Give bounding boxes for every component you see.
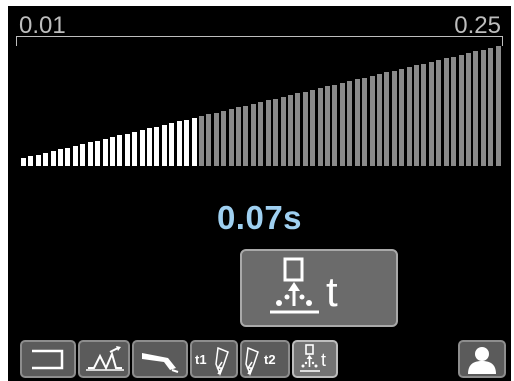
level-bar-unlit [302,91,308,166]
level-bar-unlit [287,95,293,166]
level-bar-unlit [428,61,434,166]
level-bar-unlit [362,77,368,166]
level-bar-unlit [332,84,338,166]
level-bar-unlit [206,114,212,166]
level-bar-unlit [250,103,256,166]
level-bar-unlit [391,70,397,166]
level-bar-lit [72,145,78,166]
toolbar-button-t1[interactable]: t1 [190,340,238,378]
range-min-tick [16,36,17,46]
level-bar-unlit [354,79,360,166]
pulse-wave-icon [86,346,124,371]
level-bar-unlit [243,105,249,166]
level-bar-unlit [273,98,279,166]
spot-timer-icon: t [270,257,338,315]
level-bar-lit [65,147,71,166]
display-screen: 0.01 0.25 0.07s t t1 t2 t [8,6,511,381]
toolbar-button-pulse[interactable] [78,340,130,378]
bracket-icon [32,349,64,370]
level-bar-lit [95,140,101,166]
level-bar-unlit [310,89,316,166]
level-bar-unlit [317,88,323,166]
level-bar-unlit [369,75,375,166]
level-bar-lit [154,126,160,166]
level-bar-lit [147,128,153,166]
selected-parameter-tile[interactable]: t [240,249,398,327]
spot-timer-icon: t [300,344,326,372]
level-bar-lit [43,152,49,166]
spot-timer-letter: t [321,350,326,370]
t2-label: t2 [264,352,276,367]
parameter-letter: t [326,268,338,315]
level-bar-unlit [236,107,242,166]
level-bar-unlit [443,58,449,166]
level-bar-unlit [325,86,331,166]
toolbar-button-bracket[interactable] [20,340,76,378]
toolbar-button-t2[interactable]: t2 [240,340,290,378]
level-bar-unlit [213,112,219,166]
level-bar-lit [184,119,190,166]
level-bar-unlit [399,68,405,166]
level-bar-lit [35,154,41,166]
level-bar-lit [87,142,93,166]
level-bar-unlit [436,60,442,166]
level-bar-unlit [295,93,301,166]
range-min-label: 0.01 [19,12,66,39]
level-bar-unlit [228,109,234,166]
level-bar-unlit [265,100,271,166]
level-bar-unlit [465,53,471,166]
level-bar-lit [28,156,34,166]
level-bar-lit [124,133,130,166]
level-bar-unlit [347,81,353,166]
range-scale-line [16,36,503,37]
level-bar-unlit [384,72,390,166]
level-bar-unlit [473,51,479,166]
range-max-tick [502,36,503,46]
level-bar-unlit [339,82,345,166]
level-bar-lit [50,151,56,166]
level-bar-lit [117,135,123,166]
level-bar-unlit [406,67,412,166]
toolbar-button-torch[interactable] [132,340,188,378]
user-button[interactable] [458,340,506,378]
level-bar-unlit [480,49,486,166]
level-bar-lit [176,121,182,166]
level-bar-unlit [488,47,494,166]
level-bar-lit [109,137,115,166]
range-max-label: 0.25 [454,12,501,39]
user-icon [468,347,496,374]
toolbar-button-spot-timer[interactable]: t [292,340,338,378]
level-bar-unlit [258,102,264,166]
level-bar-lit [80,144,86,166]
level-bar-lit [169,123,175,166]
t1-torch-icon [215,346,229,376]
level-bar-unlit [421,63,427,166]
level-bar-unlit [414,65,419,166]
level-bar-lit [139,130,145,166]
torch-icon [142,353,179,373]
value-readout: 0.07s [216,199,303,236]
level-bar-lit [191,117,197,166]
level-bar-unlit [458,54,464,166]
level-bar-lit [132,131,138,166]
level-bar-unlit [198,116,204,166]
level-bar-lit [161,124,167,166]
level-bar-unlit [451,56,457,166]
level-bar-unlit [376,74,382,166]
level-bar-graph [21,46,503,166]
level-bar-unlit [495,46,501,166]
level-bar-unlit [221,110,227,166]
level-bar-lit [102,138,108,166]
level-bar-lit [58,149,64,166]
level-bar-unlit [280,96,286,166]
level-bar-lit [21,158,26,166]
